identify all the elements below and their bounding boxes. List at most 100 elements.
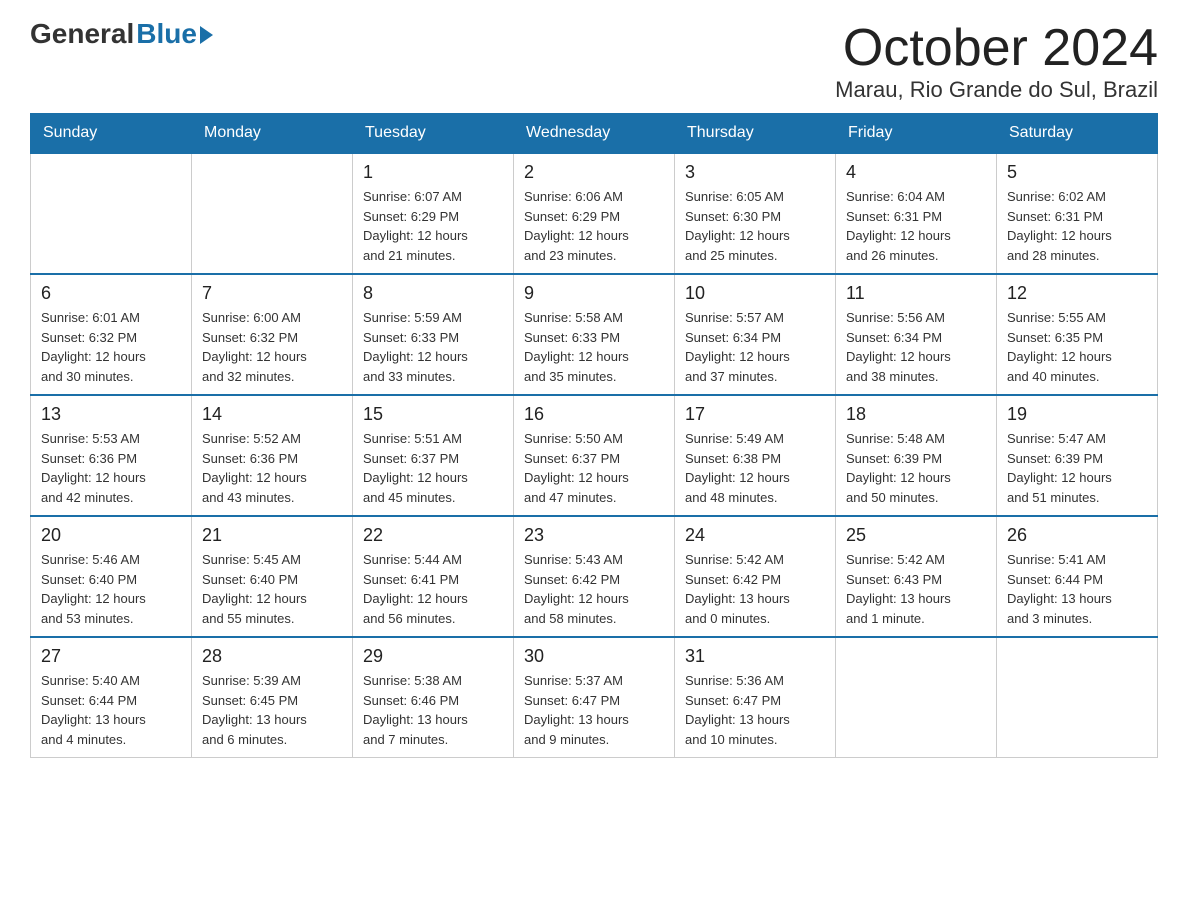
calendar-week-row: 20Sunrise: 5:46 AM Sunset: 6:40 PM Dayli… [31,516,1158,637]
day-info: Sunrise: 6:06 AM Sunset: 6:29 PM Dayligh… [524,187,664,265]
day-info: Sunrise: 6:02 AM Sunset: 6:31 PM Dayligh… [1007,187,1147,265]
calendar-cell: 4 Sunrise: 6:04 AM Sunset: 6:31 PM Daylig… [836,153,997,274]
day-number: 4 [846,162,986,183]
calendar-week-row: 1 Sunrise: 6:07 AM Sunset: 6:29 PM Daylig… [31,153,1158,274]
day-number: 9 [524,283,664,304]
day-info: Sunrise: 5:53 AM Sunset: 6:36 PM Dayligh… [41,429,181,507]
month-title: October 2024 [835,20,1158,77]
day-number: 10 [685,283,825,304]
day-info: Sunrise: 5:36 AM Sunset: 6:47 PM Dayligh… [685,671,825,749]
header: General Blue October 2024 Marau, Rio Gra… [30,20,1158,103]
calendar-cell: 13 Sunrise: 5:53 AM Sunset: 6:36 PM Dayli… [31,395,192,516]
day-info: Sunrise: 5:48 AM Sunset: 6:39 PM Dayligh… [846,429,986,507]
day-number: 22 [363,525,503,546]
day-info: Sunrise: 5:44 AM Sunset: 6:41 PM Dayligh… [363,550,503,628]
day-number: 5 [1007,162,1147,183]
weekday-header-tuesday: Tuesday [353,114,514,154]
calendar-cell: 20Sunrise: 5:46 AM Sunset: 6:40 PM Dayli… [31,516,192,637]
day-info: Sunrise: 5:52 AM Sunset: 6:36 PM Dayligh… [202,429,342,507]
day-number: 1 [363,162,503,183]
day-number: 29 [363,646,503,667]
calendar-cell: 7 Sunrise: 6:00 AM Sunset: 6:32 PM Daylig… [192,274,353,395]
calendar-cell: 27 Sunrise: 5:40 AM Sunset: 6:44 PM Dayli… [31,637,192,758]
day-info: Sunrise: 5:37 AM Sunset: 6:47 PM Dayligh… [524,671,664,749]
day-info: Sunrise: 5:40 AM Sunset: 6:44 PM Dayligh… [41,671,181,749]
weekday-header-saturday: Saturday [997,114,1158,154]
day-number: 3 [685,162,825,183]
calendar-cell: 1 Sunrise: 6:07 AM Sunset: 6:29 PM Daylig… [353,153,514,274]
calendar-table: SundayMondayTuesdayWednesdayThursdayFrid… [30,113,1158,758]
calendar-cell: 15 Sunrise: 5:51 AM Sunset: 6:37 PM Dayli… [353,395,514,516]
calendar-cell: 26Sunrise: 5:41 AM Sunset: 6:44 PM Dayli… [997,516,1158,637]
day-info: Sunrise: 5:41 AM Sunset: 6:44 PM Dayligh… [1007,550,1147,628]
day-number: 8 [363,283,503,304]
day-info: Sunrise: 5:55 AM Sunset: 6:35 PM Dayligh… [1007,308,1147,386]
day-info: Sunrise: 5:58 AM Sunset: 6:33 PM Dayligh… [524,308,664,386]
day-number: 24 [685,525,825,546]
day-info: Sunrise: 5:42 AM Sunset: 6:42 PM Dayligh… [685,550,825,628]
calendar-cell: 6 Sunrise: 6:01 AM Sunset: 6:32 PM Daylig… [31,274,192,395]
calendar-cell [192,153,353,274]
weekday-header-friday: Friday [836,114,997,154]
day-number: 18 [846,404,986,425]
logo-blue-part: Blue [136,20,213,48]
weekday-header-thursday: Thursday [675,114,836,154]
calendar-cell: 17Sunrise: 5:49 AM Sunset: 6:38 PM Dayli… [675,395,836,516]
day-number: 31 [685,646,825,667]
day-info: Sunrise: 5:38 AM Sunset: 6:46 PM Dayligh… [363,671,503,749]
day-info: Sunrise: 5:51 AM Sunset: 6:37 PM Dayligh… [363,429,503,507]
calendar-cell [31,153,192,274]
day-info: Sunrise: 5:50 AM Sunset: 6:37 PM Dayligh… [524,429,664,507]
day-info: Sunrise: 6:04 AM Sunset: 6:31 PM Dayligh… [846,187,986,265]
calendar-cell: 30Sunrise: 5:37 AM Sunset: 6:47 PM Dayli… [514,637,675,758]
weekday-header-row: SundayMondayTuesdayWednesdayThursdayFrid… [31,114,1158,154]
day-info: Sunrise: 5:49 AM Sunset: 6:38 PM Dayligh… [685,429,825,507]
day-info: Sunrise: 5:43 AM Sunset: 6:42 PM Dayligh… [524,550,664,628]
day-info: Sunrise: 6:05 AM Sunset: 6:30 PM Dayligh… [685,187,825,265]
day-info: Sunrise: 5:42 AM Sunset: 6:43 PM Dayligh… [846,550,986,628]
calendar-cell: 5 Sunrise: 6:02 AM Sunset: 6:31 PM Daylig… [997,153,1158,274]
calendar-cell: 31 Sunrise: 5:36 AM Sunset: 6:47 PM Dayli… [675,637,836,758]
day-number: 7 [202,283,342,304]
calendar-cell: 9 Sunrise: 5:58 AM Sunset: 6:33 PM Daylig… [514,274,675,395]
day-info: Sunrise: 6:00 AM Sunset: 6:32 PM Dayligh… [202,308,342,386]
day-number: 21 [202,525,342,546]
day-info: Sunrise: 5:47 AM Sunset: 6:39 PM Dayligh… [1007,429,1147,507]
calendar-week-row: 27 Sunrise: 5:40 AM Sunset: 6:44 PM Dayli… [31,637,1158,758]
calendar-cell: 29 Sunrise: 5:38 AM Sunset: 6:46 PM Dayli… [353,637,514,758]
logo-general-text: General [30,20,134,48]
calendar-cell: 11 Sunrise: 5:56 AM Sunset: 6:34 PM Dayli… [836,274,997,395]
title-area: October 2024 Marau, Rio Grande do Sul, B… [835,20,1158,103]
calendar-cell: 14 Sunrise: 5:52 AM Sunset: 6:36 PM Dayli… [192,395,353,516]
logo: General Blue [30,20,213,48]
calendar-cell [836,637,997,758]
day-info: Sunrise: 5:56 AM Sunset: 6:34 PM Dayligh… [846,308,986,386]
day-info: Sunrise: 6:07 AM Sunset: 6:29 PM Dayligh… [363,187,503,265]
calendar-cell: 21Sunrise: 5:45 AM Sunset: 6:40 PM Dayli… [192,516,353,637]
calendar-cell: 10 Sunrise: 5:57 AM Sunset: 6:34 PM Dayli… [675,274,836,395]
day-number: 6 [41,283,181,304]
day-info: Sunrise: 6:01 AM Sunset: 6:32 PM Dayligh… [41,308,181,386]
calendar-cell: 8 Sunrise: 5:59 AM Sunset: 6:33 PM Daylig… [353,274,514,395]
day-number: 13 [41,404,181,425]
day-info: Sunrise: 5:59 AM Sunset: 6:33 PM Dayligh… [363,308,503,386]
day-number: 11 [846,283,986,304]
calendar-cell: 28Sunrise: 5:39 AM Sunset: 6:45 PM Dayli… [192,637,353,758]
day-number: 20 [41,525,181,546]
day-number: 15 [363,404,503,425]
day-number: 27 [41,646,181,667]
weekday-header-sunday: Sunday [31,114,192,154]
day-number: 14 [202,404,342,425]
day-number: 2 [524,162,664,183]
calendar-week-row: 13 Sunrise: 5:53 AM Sunset: 6:36 PM Dayli… [31,395,1158,516]
location-title: Marau, Rio Grande do Sul, Brazil [835,77,1158,103]
calendar-cell [997,637,1158,758]
calendar-cell: 22 Sunrise: 5:44 AM Sunset: 6:41 PM Dayli… [353,516,514,637]
calendar-cell: 24 Sunrise: 5:42 AM Sunset: 6:42 PM Dayli… [675,516,836,637]
day-info: Sunrise: 5:57 AM Sunset: 6:34 PM Dayligh… [685,308,825,386]
calendar-cell: 19Sunrise: 5:47 AM Sunset: 6:39 PM Dayli… [997,395,1158,516]
weekday-header-wednesday: Wednesday [514,114,675,154]
calendar-cell: 18 Sunrise: 5:48 AM Sunset: 6:39 PM Dayli… [836,395,997,516]
calendar-cell: 16Sunrise: 5:50 AM Sunset: 6:37 PM Dayli… [514,395,675,516]
day-info: Sunrise: 5:39 AM Sunset: 6:45 PM Dayligh… [202,671,342,749]
